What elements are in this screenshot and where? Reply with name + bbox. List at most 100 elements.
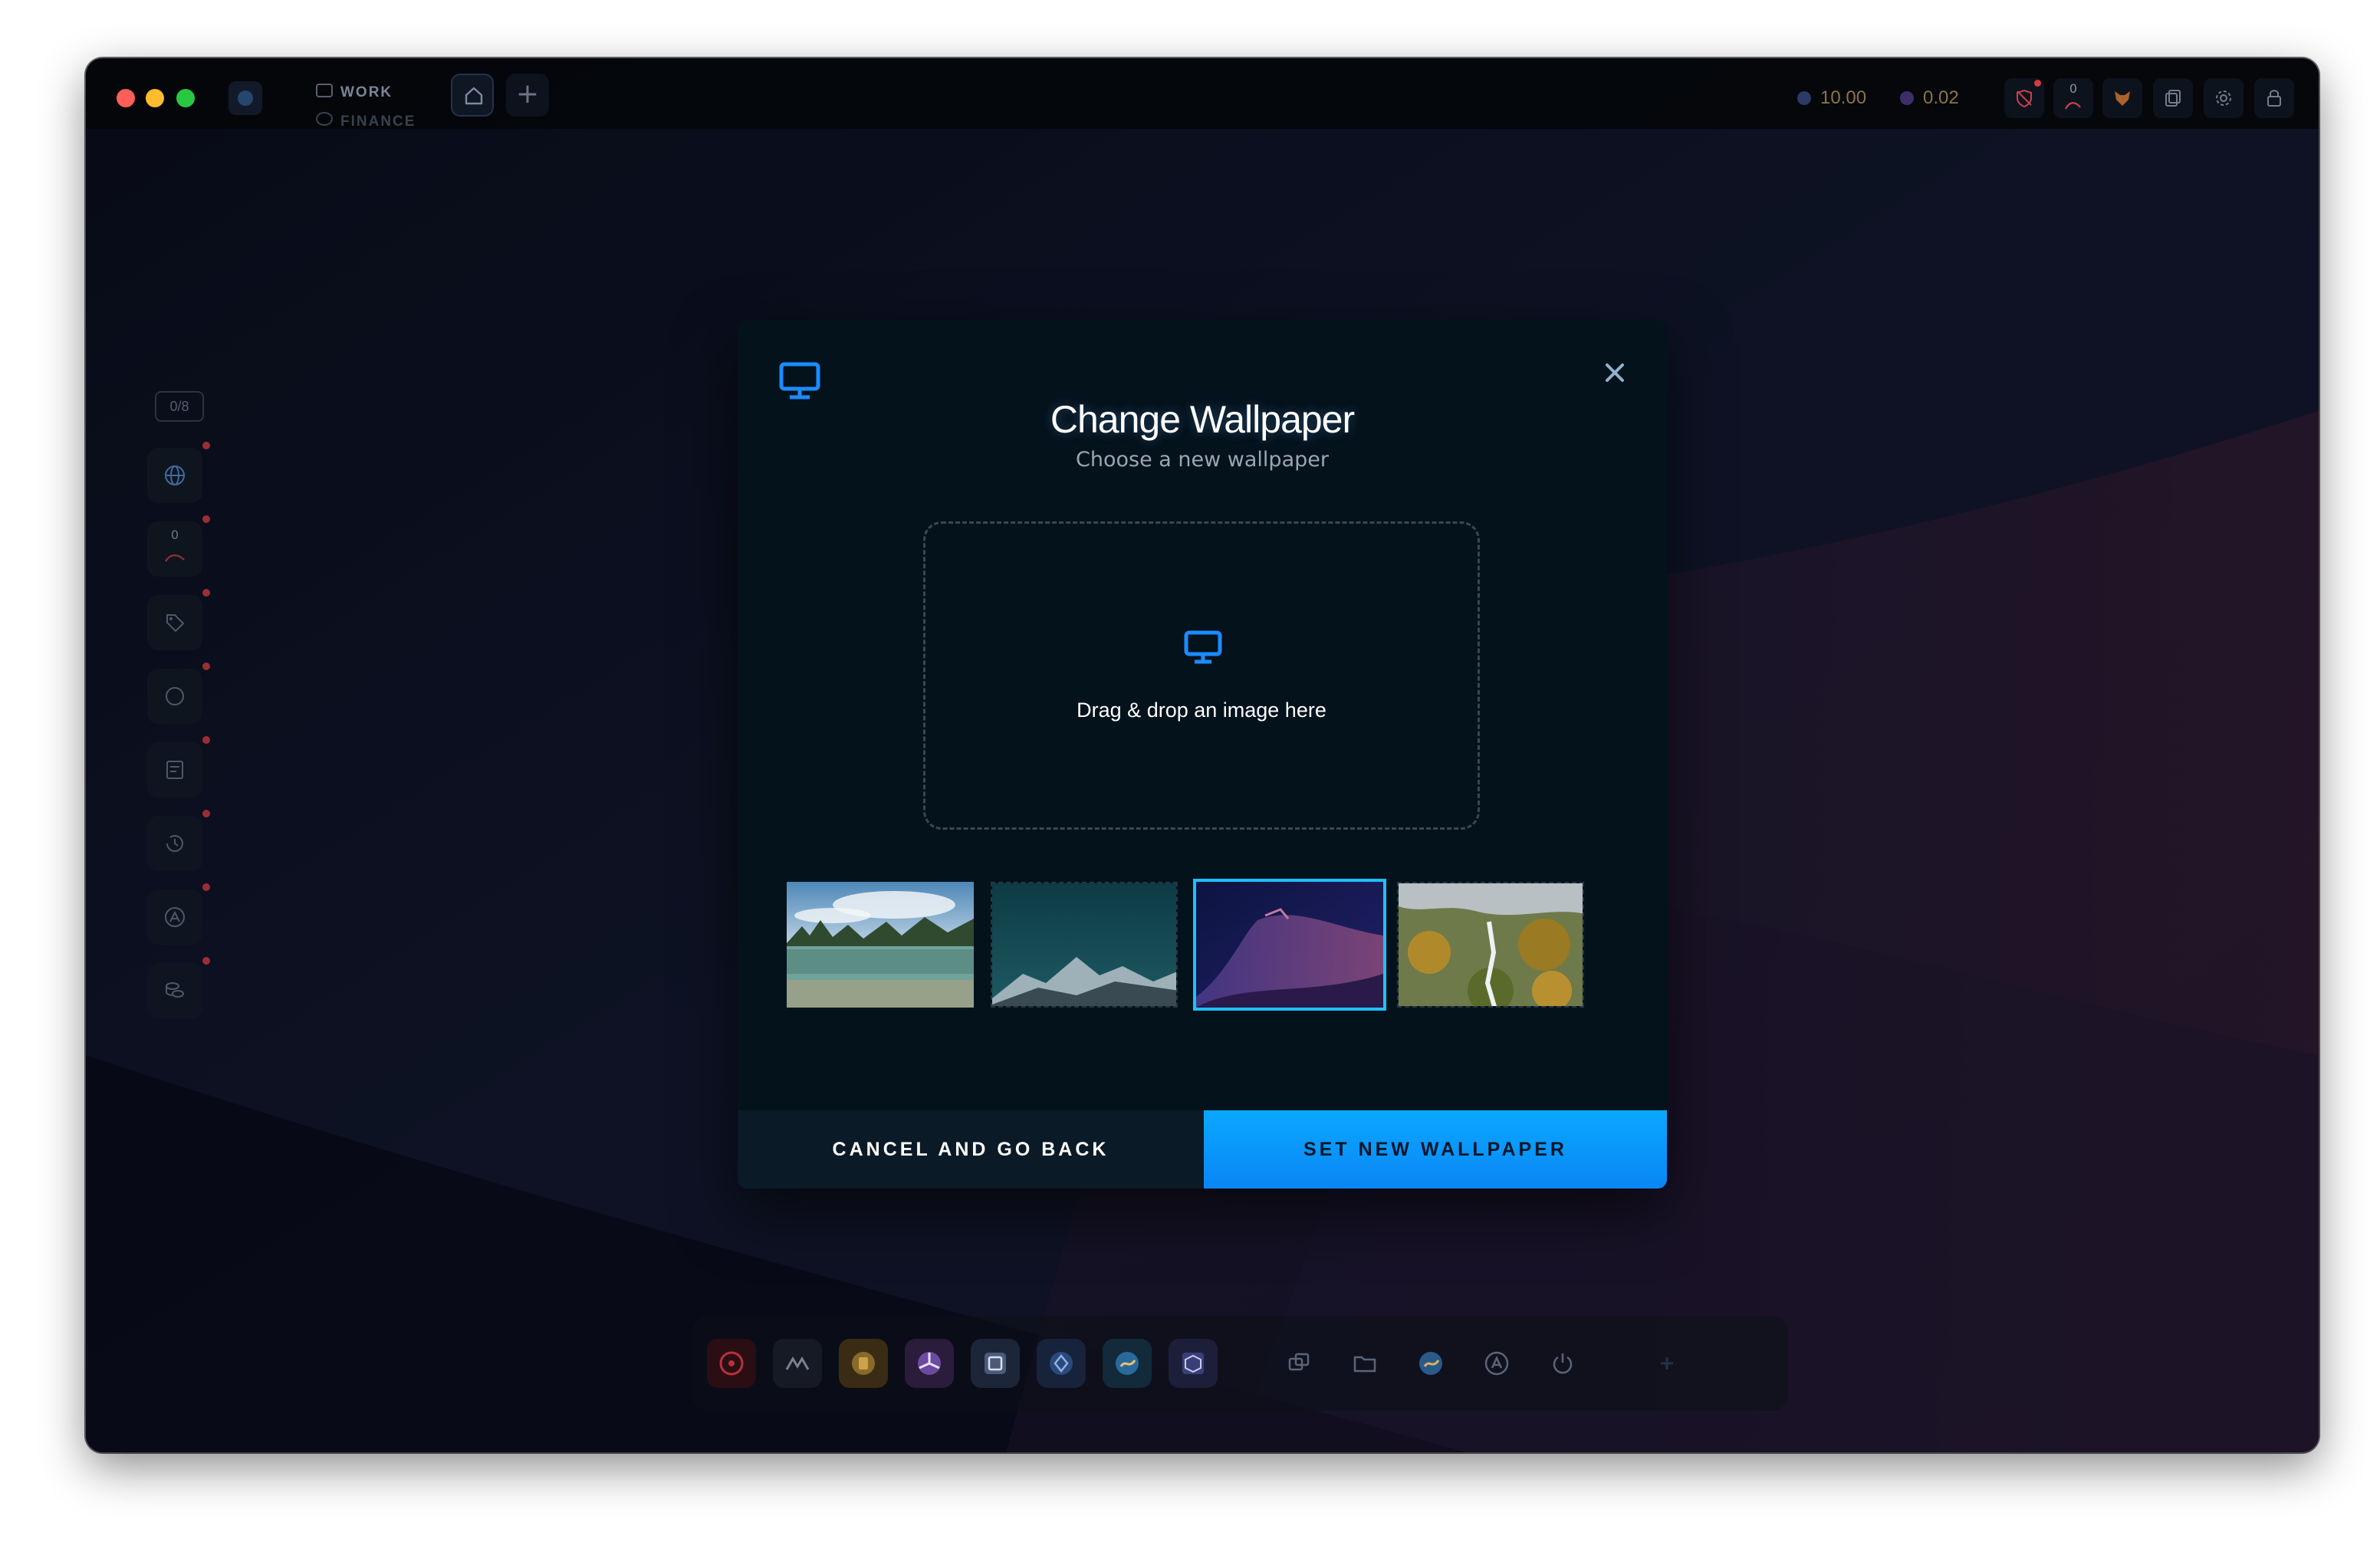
fox-icon [2115, 91, 2130, 106]
dock-app-photos[interactable] [971, 1339, 1020, 1388]
dock [692, 1316, 1788, 1411]
lock-icon [2267, 90, 2281, 107]
dock-app-globe[interactable] [1103, 1339, 1152, 1388]
sidebar-item-globe[interactable] [147, 442, 210, 503]
monitor-icon [779, 362, 820, 400]
workspace-finance[interactable]: FINANCE [313, 113, 416, 130]
gear-icon [2216, 90, 2231, 106]
pinwheel-icon [918, 1352, 941, 1375]
change-wallpaper-dialog: Change Wallpaper Choose a new wallpaper … [738, 321, 1667, 1189]
dock-window-switcher[interactable] [1274, 1339, 1323, 1388]
power-icon [1553, 1353, 1573, 1374]
sidebar-item-history[interactable] [147, 810, 210, 871]
sidebar-item-appstore[interactable] [147, 883, 210, 945]
tag-icon [166, 614, 185, 633]
settings-button[interactable] [2204, 78, 2244, 118]
fox-extension-button[interactable] [2102, 78, 2142, 118]
alert-dot [202, 589, 210, 597]
coins-icon [166, 982, 184, 998]
route-icon [2065, 102, 2081, 110]
app-window: WORK FINANCE + 10.00 0.02 0 0/8 0 Change… [86, 58, 2319, 1452]
dock-app-cube[interactable] [1169, 1339, 1218, 1388]
monitor-icon [1184, 630, 1222, 664]
alert-dot [202, 957, 210, 965]
copy-button[interactable] [2153, 78, 2193, 118]
minimize-window-button[interactable] [146, 89, 164, 107]
coin-icon [1900, 91, 1914, 105]
globe-icon [165, 465, 185, 485]
close-icon[interactable] [1596, 354, 1633, 391]
set-wallpaper-button[interactable]: SET NEW WALLPAPER [1204, 1110, 1667, 1189]
notes-icon [852, 1352, 875, 1375]
sidebar-item-circle[interactable] [147, 663, 210, 724]
dock-app-mountain[interactable] [773, 1339, 822, 1388]
dock-power[interactable] [1538, 1339, 1587, 1388]
dock-app-notes[interactable] [839, 1339, 888, 1388]
sidebar-badge: 0 [170, 528, 179, 542]
cube-icon [1182, 1353, 1204, 1374]
sidebar-item-coins[interactable] [147, 957, 210, 1018]
dock-appstore[interactable] [1472, 1339, 1521, 1388]
dock-app-pinwheel[interactable] [905, 1339, 954, 1388]
notification-count: 0 [2069, 81, 2078, 96]
wallpaper-option-mountains[interactable] [991, 882, 1178, 1008]
alert-dot [202, 515, 210, 523]
dock-browser[interactable] [1406, 1339, 1455, 1388]
sidebar-item-route[interactable]: 0 [147, 515, 210, 577]
image-dropzone[interactable]: Drag & drop an image here [923, 521, 1480, 830]
add-tab-button[interactable]: + [506, 74, 549, 117]
alert-dot [202, 736, 210, 744]
shield-off-icon [2017, 89, 2032, 108]
workspace-work[interactable]: WORK [313, 84, 393, 101]
route-icon [165, 554, 185, 562]
appstore-icon [165, 907, 185, 927]
dock-app-diamond[interactable] [1037, 1339, 1086, 1388]
dropzone-label: Drag & drop an image here [1077, 699, 1326, 722]
dialog-title: Change Wallpaper [1050, 398, 1355, 441]
cancel-button[interactable]: CANCEL AND GO BACK [738, 1110, 1204, 1189]
dialog-subtitle: Choose a new wallpaper [1076, 448, 1329, 472]
alert-dot [202, 442, 210, 449]
dock-add-button[interactable] [1642, 1339, 1691, 1388]
sidebar-item-tag[interactable] [147, 589, 210, 650]
orb-icon[interactable] [228, 81, 262, 115]
alert-dot [202, 663, 210, 670]
document-icon [166, 761, 183, 779]
alert-dot [202, 883, 210, 891]
windows-icon [1288, 1353, 1310, 1371]
folder-icon [1353, 1356, 1376, 1373]
mountain-icon [785, 1356, 810, 1370]
home-button[interactable] [451, 74, 494, 117]
globe-icon [1116, 1352, 1139, 1375]
alert-dot [2034, 80, 2041, 87]
wallpaper-option-lake[interactable] [787, 882, 974, 1008]
dock-app-target[interactable] [707, 1339, 756, 1388]
dock-folder[interactable] [1340, 1339, 1389, 1388]
waterfall-image [1399, 883, 1583, 1006]
apps-count: 0/8 [155, 391, 204, 422]
close-window-button[interactable] [117, 89, 135, 107]
diamond-icon [1050, 1352, 1073, 1375]
wallpaper-option-waterfall[interactable] [1397, 882, 1584, 1008]
photo-icon [985, 1353, 1006, 1374]
appstore-icon [1484, 1351, 1509, 1376]
wallpaper-options [787, 879, 1618, 1011]
history-icon [166, 835, 183, 852]
target-icon [719, 1351, 744, 1376]
dunes-image [1196, 882, 1383, 1008]
lock-button[interactable] [2254, 78, 2294, 118]
coin-icon [1797, 91, 1811, 105]
sidebar-item-document[interactable] [147, 736, 210, 797]
home-icon [465, 87, 483, 105]
notifications-button[interactable]: 0 [2053, 78, 2093, 118]
plus-icon [1661, 1357, 1673, 1370]
shield-off-button[interactable] [2004, 78, 2044, 118]
mountains-image [992, 883, 1176, 1006]
lake-image [787, 882, 974, 1008]
alert-dot [202, 810, 210, 817]
titlebar: WORK FINANCE + 10.00 0.02 0 [86, 58, 2319, 130]
wallpaper-option-dunes[interactable] [1193, 879, 1386, 1011]
stat-balance-secondary: 0.02 [1900, 80, 1959, 117]
maximize-window-button[interactable] [176, 89, 195, 107]
stat-balance-primary: 10.00 [1797, 80, 1866, 117]
